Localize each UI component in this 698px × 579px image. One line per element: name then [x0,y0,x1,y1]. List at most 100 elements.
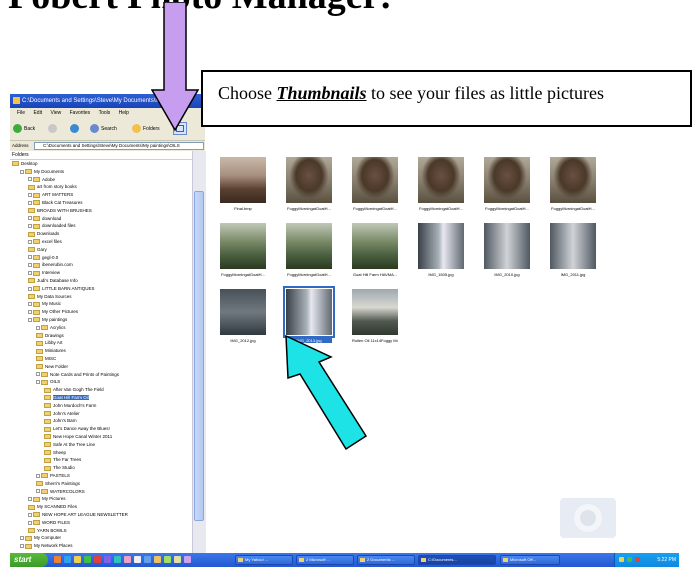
expand-toggle-icon[interactable] [28,200,32,205]
tree-item[interactable]: Desktop [12,160,38,167]
thumbnail[interactable]: Final.bmp [220,157,266,211]
tree-item[interactable]: New Folder [36,363,68,370]
tree-item[interactable]: My Other Pictures [28,308,78,315]
tree-item[interactable]: My Documents [20,168,64,175]
address-field[interactable]: C:\Documents and Settings\Steve\My Docum… [34,142,204,150]
tree-item[interactable]: John's Barn [44,417,77,424]
quicklaunch-icon[interactable] [74,556,81,563]
thumbnail[interactable]: IMG_1505.jpg [418,223,464,277]
tree-item[interactable]: Gary [28,246,47,253]
thumbnail[interactable]: FoggyMorningatGoatH... [418,157,464,211]
tray-icon[interactable] [627,557,632,562]
quicklaunch-icon[interactable] [164,556,171,563]
forward-button[interactable] [48,124,59,134]
menu-edit[interactable]: Edit [33,110,42,116]
expand-toggle-icon[interactable] [28,271,32,275]
tree-item[interactable]: downloaded files [28,222,76,229]
tree-item[interactable]: Interview [28,269,60,276]
quicklaunch-icon[interactable] [174,556,181,563]
scroll-thumb[interactable] [194,191,204,521]
expand-toggle-icon[interactable] [28,520,32,525]
expand-toggle-icon[interactable] [28,317,32,322]
thumbnail[interactable]: FoggyMorningatGoatH... [550,157,596,211]
quicklaunch-icon[interactable] [124,556,131,563]
tree-item[interactable]: Let's Dance Away the Blues! [44,425,110,432]
expand-toggle-icon[interactable] [28,177,32,182]
tree-item[interactable]: John Murdoch's Farm [44,402,96,409]
tree-item[interactable]: My SCANNED Files [28,503,77,510]
tree-item[interactable]: My Music [28,300,61,307]
taskbar-button[interactable]: My Yahoo! ... [235,555,293,565]
expand-toggle-icon[interactable] [36,489,40,494]
tree-item[interactable]: My Network Places [20,542,73,549]
tree-item[interactable]: WORD FILES [28,519,70,526]
tree-item[interactable]: Adobe [28,176,55,183]
quicklaunch-icon[interactable] [64,556,71,563]
expand-toggle-icon[interactable] [36,380,40,385]
tree-item[interactable]: My paintings [28,316,67,323]
tree-item[interactable]: Black Cat Treasures [28,199,83,206]
tree-item[interactable]: Note Cards and Prints of Paintings [36,371,119,378]
expand-toggle-icon[interactable] [36,325,40,330]
menu-file[interactable]: File [17,110,25,116]
tree-item[interactable]: Sherri's Paintings [36,480,80,487]
tree-item[interactable]: My Data Sources [28,293,72,300]
tree-item[interactable]: LITTLE BARN ANTIQUES [28,285,95,292]
thumbnail[interactable]: FoggyMorningatGoatH... [286,223,332,277]
menu-help[interactable]: Help [119,110,129,116]
tree-item[interactable]: After Van Gogh The Field [44,386,104,393]
thumbnail[interactable]: FoggyMorningatGoatH... [352,157,398,211]
expand-toggle-icon[interactable] [28,193,32,197]
tree-item[interactable]: NEW HOPE ART LEAGUE NEWSLETTER [28,511,128,518]
tree-item[interactable]: Acrylics [36,324,66,331]
tree-item[interactable]: Miniatures [36,347,66,354]
tree-item[interactable]: PASTELS [36,472,70,479]
tree-item[interactable]: download [28,215,61,222]
quicklaunch-icon[interactable] [184,556,191,563]
tree-item[interactable]: My Pictures [28,495,66,502]
tree-item[interactable]: gegl-0.0 [28,254,58,261]
quicklaunch-icon[interactable] [104,556,111,563]
taskbar-button[interactable]: 2 Documents ... [357,555,415,565]
up-folder-button[interactable] [70,124,81,134]
expand-toggle-icon[interactable] [28,224,32,229]
tree-item[interactable]: BROADS WITH BRUSHES [28,207,92,214]
folder-tree-scrollbar[interactable] [192,151,206,553]
taskbar-button-active[interactable]: C:\Documents... [418,555,496,565]
expand-toggle-icon[interactable] [28,512,32,517]
quicklaunch-icon[interactable] [154,556,161,563]
tree-item[interactable]: YARN BOWLS [28,527,67,534]
expand-toggle-icon[interactable] [20,544,24,548]
menu-tools[interactable]: Tools [99,110,111,116]
thumbnail[interactable]: FoggyMorningatGoatH... [484,157,530,211]
quicklaunch-icon[interactable] [54,556,61,563]
tree-item[interactable]: Safe At the Tree Line [44,441,95,448]
menu-view[interactable]: View [50,110,61,116]
expand-toggle-icon[interactable] [28,263,32,268]
expand-toggle-icon[interactable] [28,310,32,314]
tree-item[interactable]: WATERCOLORS [36,488,85,495]
tray-icon[interactable] [619,557,624,562]
expand-toggle-icon[interactable] [28,239,32,244]
thumbnail[interactable]: FoggyMorningatGoatH... [286,157,332,211]
tree-item[interactable]: New Hope Canal Winter 2011 [44,433,112,440]
tree-item[interactable]: MISC [36,355,56,362]
thumbnail[interactable]: IMG_2012.jpg [220,289,266,343]
quicklaunch-icon[interactable] [134,556,141,563]
back-button[interactable]: Back [13,124,35,134]
tree-item[interactable]: John's Atelier [44,410,80,417]
expand-toggle-icon[interactable] [28,255,32,260]
tree-item[interactable]: My Computer [20,534,61,541]
expand-toggle-icon[interactable] [20,536,24,541]
thumbnail[interactable]: IMG_2011.jpg [550,223,596,277]
quicklaunch-icon[interactable] [84,556,91,563]
tray-icon[interactable] [635,557,640,562]
tree-item[interactable]: ibenerubin.com [28,261,73,268]
expand-toggle-icon[interactable] [28,216,32,221]
menu-favorites[interactable]: Favorites [70,110,91,116]
tree-item[interactable]: OILS [36,378,60,385]
expand-toggle-icon[interactable] [28,286,32,291]
thumbnail[interactable]: Goat Hill Farm HAVMA... [352,223,398,277]
tree-item[interactable]: The Far Trees [44,456,81,463]
tree-item[interactable]: Sheep [44,449,66,456]
